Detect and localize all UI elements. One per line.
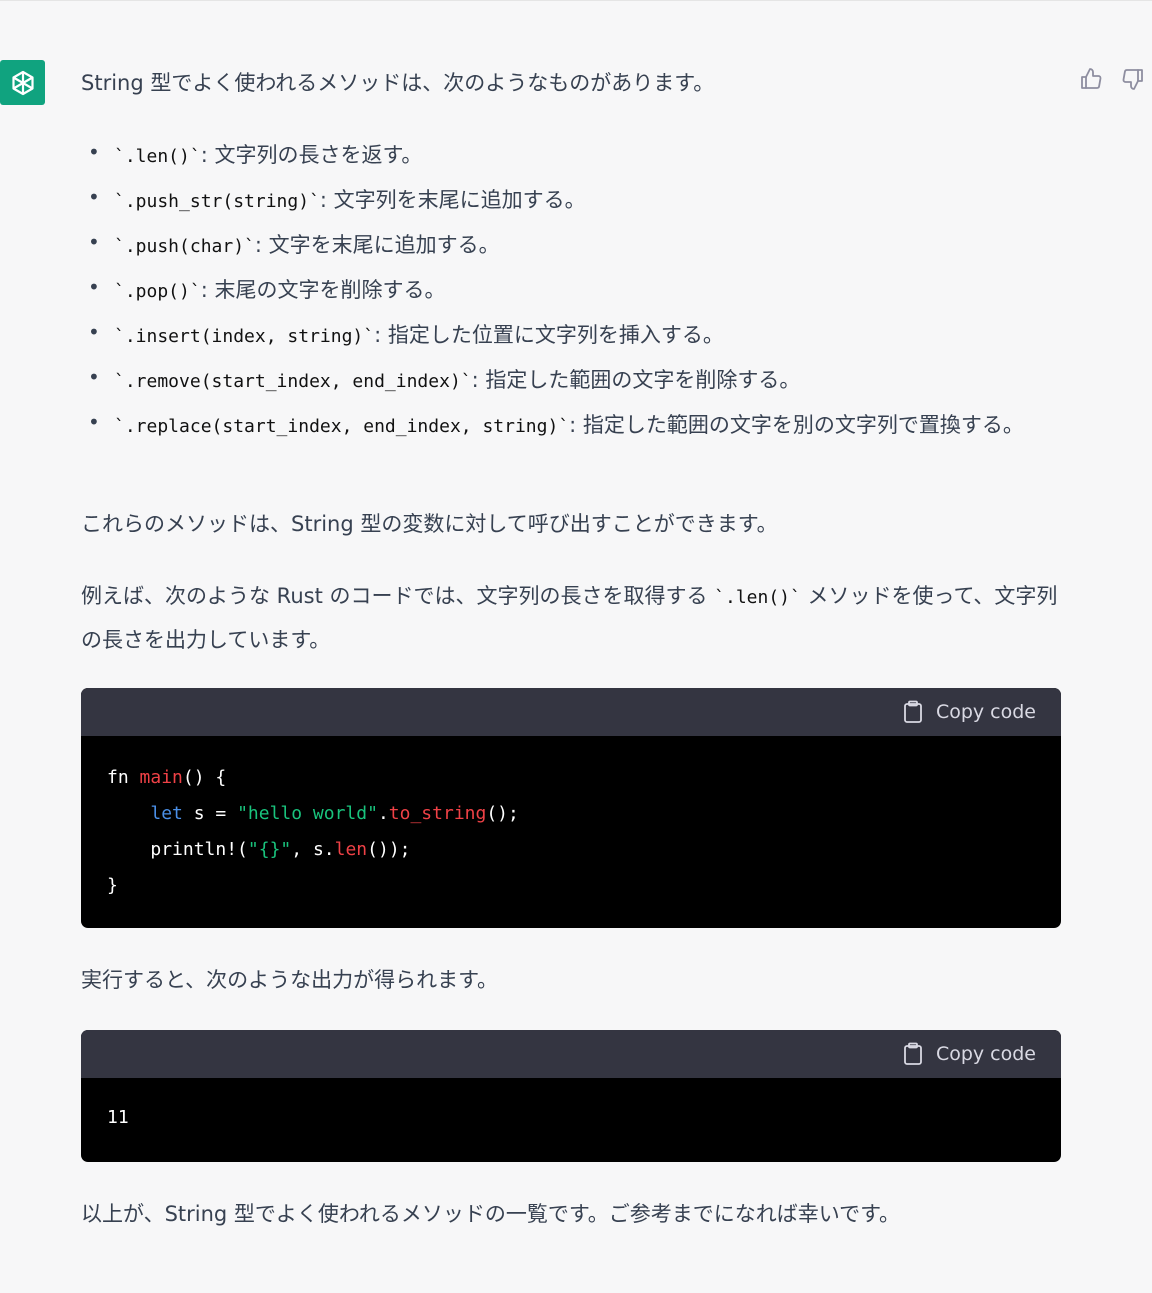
openai-logo-icon [11, 70, 34, 95]
paragraph: 実行すると、次のような出力が得られます。 [81, 968, 499, 992]
paragraph: これらのメソッドは、String 型の変数に対して呼び出すことができます。 [81, 512, 778, 536]
code-block: Copy code fn main() { let s = "hello wor… [81, 688, 1061, 928]
closing-paragraph: 以上が、String 型でよく使われるメソッドの一覧です。ご参考までになれば幸い… [81, 1202, 901, 1226]
list-item: • `.len()`: 文字列の長さを返す。 [88, 140, 423, 167]
output-block: Copy code 11 [81, 1030, 1061, 1162]
intro-text: String 型でよく使われるメソッドは、次のようなものがあります。 [81, 71, 715, 95]
copy-code-button[interactable]: Copy code [902, 700, 1036, 724]
code-content: 11 [107, 1107, 129, 1128]
code-block-header: Copy code [81, 1030, 1061, 1078]
list-item: • `.insert(index, string)`: 指定した位置に文字列を挿入… [88, 320, 724, 347]
clipboard-icon [904, 1042, 922, 1065]
list-item: • `.push(char)`: 文字を末尾に追加する。 [88, 230, 500, 257]
thumbs-up-icon [1081, 68, 1102, 89]
top-divider [0, 0, 1152, 1]
list-item: • `.push_str(string)`: 文字列を末尾に追加する。 [88, 185, 586, 212]
thumbs-up-button[interactable] [1078, 66, 1104, 92]
paragraph: 例えば、次のような Rust のコードでは、文字列の長さを取得する `.len(… [81, 584, 1058, 652]
method-list: • `.len()`: 文字列の長さを返す。 • `.push_str(string… [81, 134, 1061, 449]
list-item: • `.pop()`: 末尾の文字を削除する。 [88, 275, 446, 302]
code-content: fn main() { let s = "hello world".to_str… [107, 767, 519, 896]
copy-code-button[interactable]: Copy code [902, 1042, 1036, 1066]
assistant-avatar [0, 60, 45, 105]
list-item: • `.replace(start_index, end_index, strin… [88, 410, 1024, 437]
clipboard-icon [904, 700, 922, 723]
thumbs-down-icon [1122, 69, 1143, 90]
code-block-header: Copy code [81, 688, 1061, 736]
thumbs-down-button[interactable] [1120, 66, 1146, 92]
list-item: • `.remove(start_index, end_index)`: 指定した… [88, 365, 801, 392]
